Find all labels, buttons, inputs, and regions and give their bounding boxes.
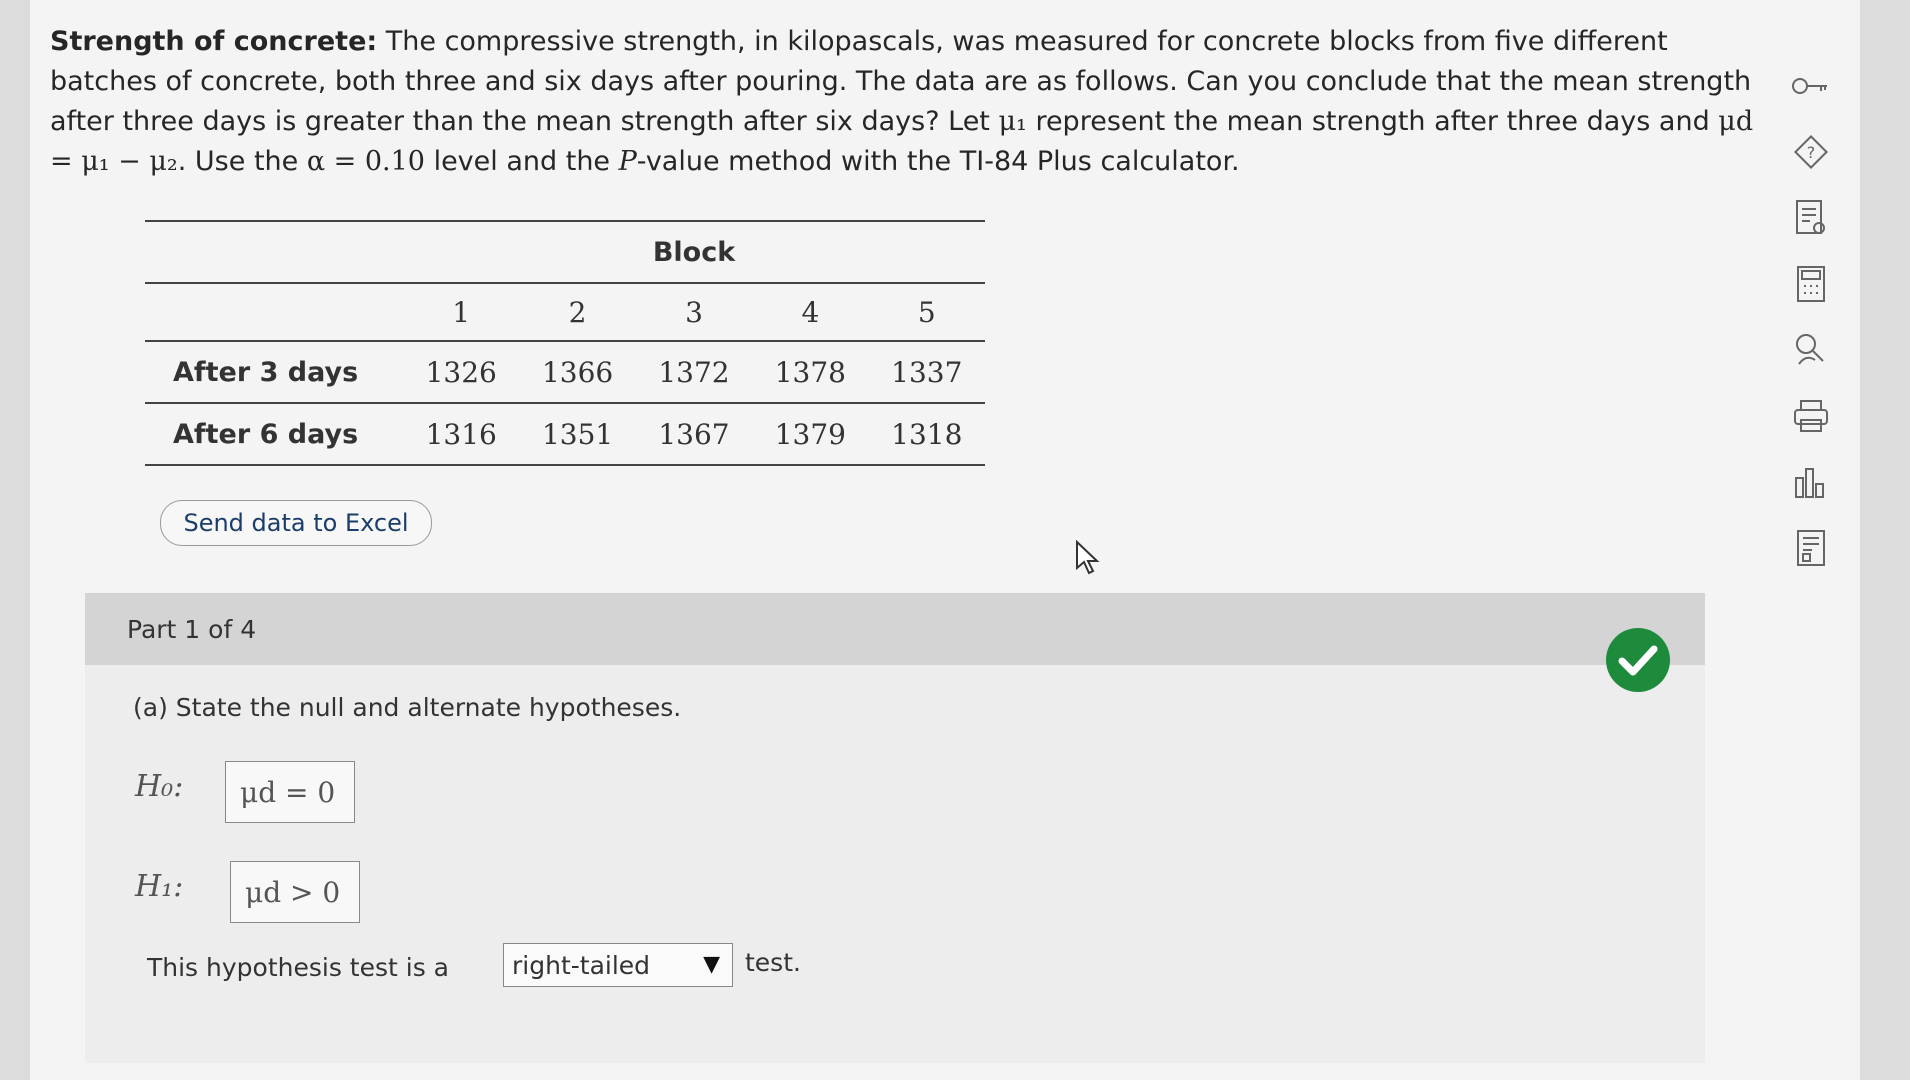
problem-statement: Strength of concrete: The compressive st… — [50, 22, 1770, 182]
calculator-icon — [1797, 266, 1825, 302]
column-header: 5 — [868, 283, 985, 342]
test-type-prefix: This hypothesis test is a — [147, 953, 450, 982]
help-icon: ? — [1794, 135, 1828, 169]
print-icon — [1794, 400, 1828, 432]
problem-text-3: . Use the — [177, 146, 307, 177]
help-tool[interactable]: ? — [1785, 126, 1837, 178]
print-tool[interactable] — [1785, 390, 1837, 442]
question-text: (a) State the null and alternate hypothe… — [133, 693, 682, 722]
mouse-cursor-icon — [1076, 540, 1100, 575]
search-person-icon — [1796, 334, 1824, 365]
data-tool[interactable] — [1785, 522, 1837, 574]
column-header: 4 — [752, 283, 869, 342]
part-label: Part 1 of 4 — [127, 614, 257, 644]
row-label: After 6 days — [145, 403, 403, 466]
page: Strength of concrete: The compressive st… — [30, 0, 1860, 1080]
worksheet-icon — [1796, 200, 1825, 234]
problem-text-5: -value method with the TI-84 Plus calcul… — [636, 146, 1240, 177]
table-cell: 1379 — [752, 403, 869, 466]
table-row: After 6 days 1316 1351 1367 1379 1318 — [145, 403, 985, 466]
key-icon — [1792, 78, 1827, 94]
column-header: 1 — [403, 283, 520, 342]
send-to-excel-button[interactable]: Send data to Excel — [160, 500, 432, 546]
part-header[interactable]: Part 1 of 4 — [85, 593, 1705, 665]
row-label: After 3 days — [145, 341, 403, 404]
problem-title: Strength of concrete: — [50, 26, 378, 57]
chart-tool[interactable] — [1785, 456, 1837, 508]
block-header: Block — [403, 220, 985, 284]
side-toolbar: ? — [1785, 60, 1845, 588]
worksheet-tool[interactable] — [1785, 192, 1837, 244]
table-cell: 1366 — [519, 341, 636, 404]
test-type-suffix: test. — [745, 948, 801, 977]
data-icon — [1797, 530, 1825, 566]
column-header: 3 — [635, 283, 753, 342]
table-cell: 1316 — [403, 403, 520, 466]
check-icon — [1606, 628, 1670, 692]
h1-label: H₁: — [135, 869, 184, 904]
svg-text:?: ? — [1807, 143, 1816, 162]
problem-text-2: represent the mean strength after three … — [1026, 106, 1719, 137]
table-cell: 1372 — [635, 341, 753, 404]
column-header-row: 1 2 3 4 5 — [145, 283, 985, 342]
table-cell: 1318 — [868, 403, 985, 466]
table-corner — [145, 220, 403, 284]
tutor-tool[interactable] — [1785, 324, 1837, 376]
table-cell: 1337 — [868, 341, 985, 404]
table-cell: 1378 — [752, 341, 869, 404]
mu1-symbol: μ₁ — [998, 106, 1027, 137]
table-blank-cell — [145, 283, 403, 342]
test-type-select[interactable]: right-tailed ▼ — [503, 943, 733, 987]
data-table: Block 1 2 3 4 5 After 3 days 1326 1366 1… — [145, 220, 985, 466]
problem-text-4: level and the — [424, 146, 619, 177]
p-symbol: P — [618, 146, 637, 177]
chart-icon — [1795, 468, 1824, 498]
table-cell: 1351 — [519, 403, 636, 466]
alpha-level: α = 0.10 — [306, 146, 425, 177]
key-tool[interactable] — [1785, 60, 1837, 112]
column-header: 2 — [519, 283, 636, 342]
table-cell: 1326 — [403, 341, 520, 404]
h0-answer-field[interactable]: μd = 0 — [225, 761, 355, 823]
calculator-tool[interactable] — [1785, 258, 1837, 310]
table-cell: 1367 — [635, 403, 753, 466]
h1-answer-field[interactable]: μd > 0 — [230, 861, 360, 923]
dropdown-arrow-icon: ▼ — [703, 952, 720, 977]
h0-label: H₀: — [135, 769, 184, 804]
table-row: After 3 days 1326 1366 1372 1378 1337 — [145, 341, 985, 404]
test-type-value: right-tailed — [512, 950, 651, 980]
part-panel: Part 1 of 4 (a) State the null and alter… — [85, 593, 1705, 1063]
